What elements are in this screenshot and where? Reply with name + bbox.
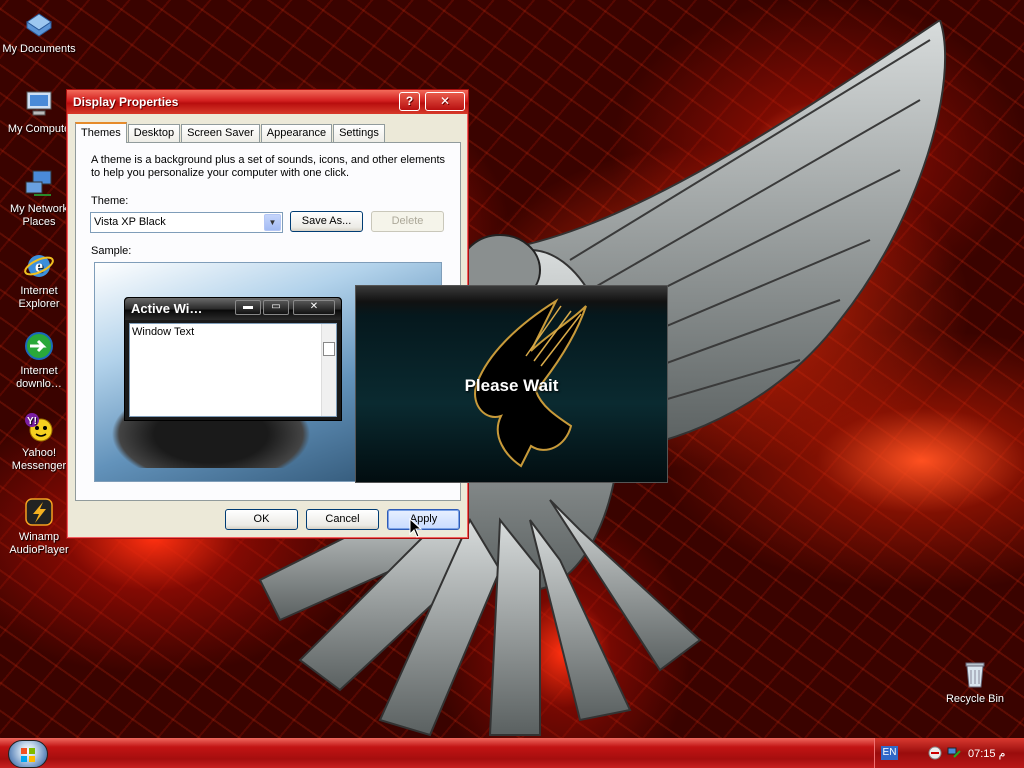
chevron-down-icon[interactable]: ▼ <box>264 214 281 231</box>
sample-active-window: Active Wi… ▬ ▭ ✕ Window Text <box>124 297 342 421</box>
dialog-titlebar[interactable]: Display Properties ? ✕ <box>67 90 468 114</box>
my-documents-icon <box>26 13 52 37</box>
mouse-cursor-icon <box>409 518 423 538</box>
sample-window-text: Window Text <box>132 326 195 338</box>
tab-themes[interactable]: Themes <box>75 122 127 143</box>
theme-label: Theme: <box>91 195 129 207</box>
save-as-button[interactable]: Save As... <box>290 211 363 232</box>
theme-dropdown-value: Vista XP Black <box>94 216 166 228</box>
tray-app-icon[interactable] <box>928 746 942 760</box>
close-button[interactable]: ✕ <box>425 92 465 111</box>
network-tray-icon[interactable] <box>946 745 962 761</box>
internet-download-manager-icon <box>25 332 53 360</box>
recycle-bin-icon <box>965 662 985 688</box>
start-button[interactable] <box>8 740 48 768</box>
please-wait-text: Please Wait <box>464 376 559 395</box>
desktop-icon-label: Recycle Bin <box>945 693 1005 705</box>
maximize-icon: ▭ <box>263 300 289 315</box>
windows-logo-icon <box>21 748 35 762</box>
tab-desktop[interactable]: Desktop <box>127 124 181 143</box>
tab-screen-saver[interactable]: Screen Saver <box>181 124 260 143</box>
desktop-icon-label: My Documents <box>2 43 76 55</box>
internet-explorer-icon: e <box>24 255 54 277</box>
desktop-icon-recycle-bin[interactable]: Recycle Bin <box>937 658 1013 706</box>
winamp-icon <box>25 498 53 526</box>
sample-window-title: Active Wi… <box>131 301 203 316</box>
yahoo-messenger-icon: Y! <box>25 413 53 442</box>
ok-button[interactable]: OK <box>225 509 298 530</box>
please-wait-splash: Please Wait <box>355 285 668 483</box>
sample-label: Sample: <box>91 245 132 257</box>
theme-dropdown[interactable]: Vista XP Black ▼ <box>90 212 283 233</box>
help-button[interactable]: ? <box>399 92 420 111</box>
dialog-title: Display Properties <box>73 95 179 109</box>
apply-button[interactable]: Apply <box>387 509 460 530</box>
delete-button[interactable]: Delete <box>371 211 444 232</box>
minimize-icon: ▬ <box>235 300 261 315</box>
close-icon: ✕ <box>293 300 335 315</box>
sample-scrollbar <box>321 324 336 416</box>
tab-settings[interactable]: Settings <box>333 124 385 143</box>
tab-appearance[interactable]: Appearance <box>260 124 333 143</box>
taskbar <box>0 738 1024 768</box>
my-computer-icon <box>26 91 52 116</box>
svg-text:Y!: Y! <box>27 416 37 427</box>
sample-window-body: Window Text <box>129 323 337 417</box>
network-places-icon <box>25 170 52 196</box>
tab-strip: Themes Desktop Screen Saver Appearance S… <box>75 122 386 143</box>
taskbar-clock[interactable]: 07:15 م <box>968 747 1005 760</box>
desktop-icon-my-documents[interactable]: My Documents <box>1 8 77 56</box>
theme-description: A theme is a background plus a set of so… <box>91 154 446 179</box>
language-indicator[interactable]: EN <box>881 746 898 760</box>
cancel-button[interactable]: Cancel <box>306 509 379 530</box>
sample-window-titlebar: Active Wi… ▬ ▭ ✕ <box>125 298 341 320</box>
